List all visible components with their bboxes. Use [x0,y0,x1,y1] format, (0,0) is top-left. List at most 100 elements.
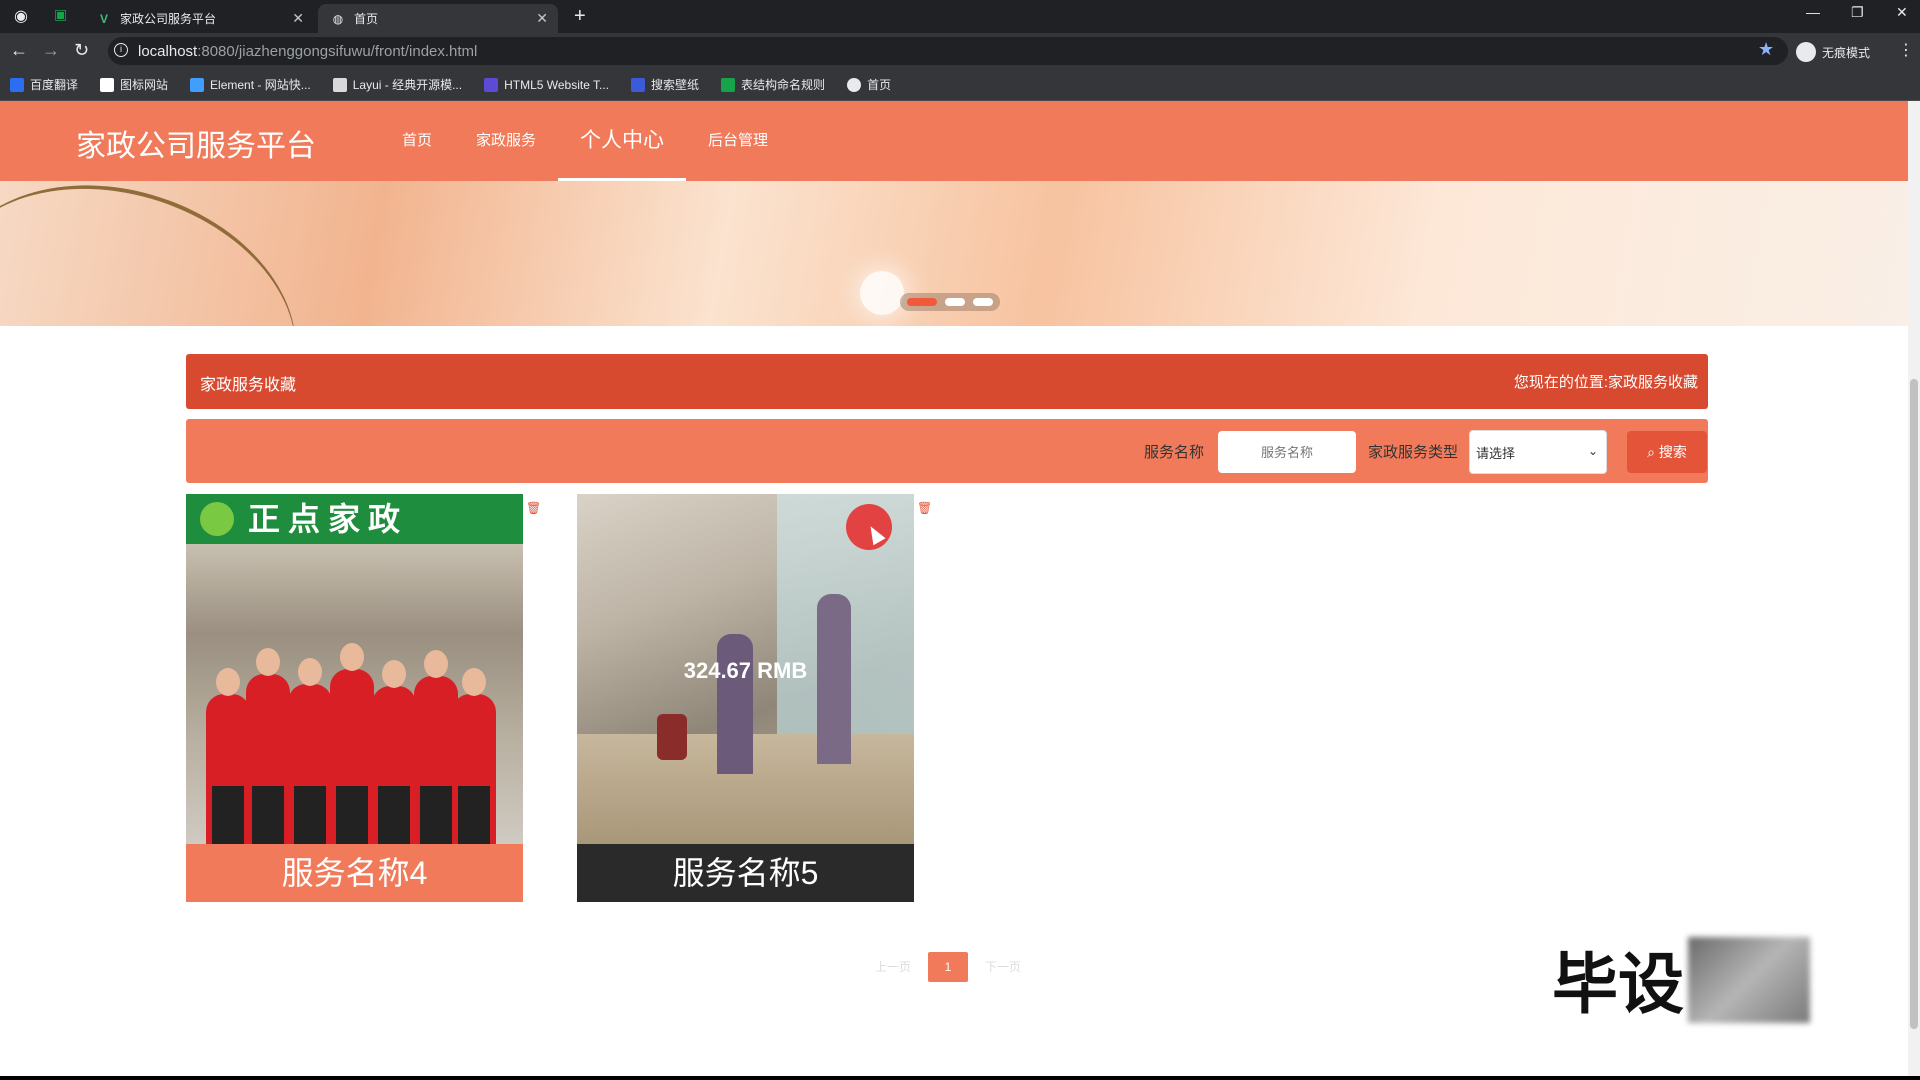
tab-platform[interactable]: V 家政公司服务平台 ✕ [84,4,314,33]
bookmark-icon [332,77,347,92]
breadcrumb: 您现在的位置:家政服务收藏 [1514,371,1698,392]
site-brand[interactable]: 家政公司服务平台 [76,121,316,165]
carousel-indicators [900,293,1000,311]
blurred-watermark [1688,937,1810,1023]
bookmark-icon [721,77,736,92]
globe-icon: ◍ [332,11,344,26]
person [330,643,374,846]
reload-icon[interactable]: ↻ [74,40,89,61]
close-window-icon[interactable]: ✕ [1896,4,1908,21]
restore-icon[interactable]: ❐ [1851,4,1864,21]
search-button-label: 搜索 [1658,444,1687,460]
bookmark-icon [631,77,646,92]
bookmark-label: Element - 网站快... [210,78,311,92]
nav-services[interactable]: 家政服务 [454,101,558,181]
close-icon[interactable]: ✕ [536,10,548,27]
tab-title: 首页 [354,12,379,26]
globe-icon [847,77,862,92]
menu-dots-icon[interactable]: ⋮ [1898,40,1914,60]
pagination: 上一页 1 下一页 [868,952,1028,982]
price-overlay: 324.67 RMB [683,658,808,683]
info-icon[interactable]: i [114,43,128,57]
new-tab-button[interactable]: + [574,5,586,28]
watermark: 毕设 [1552,946,1684,1023]
minimize-icon[interactable]: — [1806,4,1820,20]
search-bar: 服务名称 家政服务类型 请选择 ⌄ ⌕ 搜索 [186,419,1708,483]
bookmark-item[interactable]: 图标网站 [100,76,168,93]
vacuum [657,714,687,760]
bookmark-item[interactable]: HTML5 Website T... [484,77,610,92]
bookmark-item[interactable]: Element - 网站快... [190,76,311,93]
carousel-dot[interactable] [973,298,993,306]
page: 家政公司服务平台 首页 家政服务 个人中心 后台管理 家政服务收藏 您现在的位置… [0,101,1908,1076]
bookmark-label: 百度翻译 [30,78,79,92]
person [372,660,416,846]
service-photo[interactable]: 正点家政 [186,494,523,846]
scrollbar-thumb[interactable] [1910,379,1918,1029]
browser-tabbar: ◉ ▣ V 家政公司服务平台 ✕ ◍ 首页 ✕ + — ❐ ✕ [0,0,1920,33]
banner-glow [860,271,904,315]
shop-sign: 正点家政 [186,494,523,544]
section-title: 家政服务收藏 [200,377,297,394]
carousel-dot[interactable] [945,298,965,306]
breadcrumb-current[interactable]: 家政服务收藏 [1608,374,1698,391]
delete-icon[interactable]: 🗑 [526,501,541,515]
back-icon[interactable]: ← [10,40,28,61]
tab-home[interactable]: ◍ 首页 ✕ [318,4,558,33]
carousel-dot[interactable] [907,298,937,306]
close-icon[interactable]: ✕ [292,10,304,27]
person [246,648,290,846]
bookmark-item[interactable]: 表结构命名规则 [721,76,825,93]
bookmark-item[interactable]: 搜索壁纸 [631,76,699,93]
bookmark-label: 搜索壁纸 [651,78,700,92]
bookmark-label: Layui - 经典开源模... [352,78,463,92]
bookmark-item[interactable]: Layui - 经典开源模... [332,76,463,93]
service-type-label: 家政服务类型 [1368,444,1459,461]
next-page-button[interactable]: 下一页 [978,952,1028,982]
service-name[interactable]: 服务名称4 [186,844,523,902]
incognito-label: 无痕模式 [1822,45,1871,60]
browser-logo-icon: ◉ [14,8,28,25]
nav-home[interactable]: 首页 [380,101,454,181]
service-card[interactable]: 324.67 RMB 服务名称5 [577,494,914,902]
person [452,668,496,846]
service-card[interactable]: 正点家政 服务名称4 [186,494,523,902]
bookmark-star-icon[interactable]: ★ [1758,39,1774,60]
extension-icon[interactable]: ▣ [54,6,67,23]
bookmark-item[interactable]: 百度翻译 [10,76,78,93]
banner-decoration [0,181,332,326]
service-name-label: 服务名称 [1144,444,1205,461]
person [717,634,753,774]
incognito-indicator[interactable]: 无痕模式 [1796,42,1870,62]
bookmarks-bar: 百度翻译 图标网站 Element - 网站快... Layui - 经典开源模… [0,69,1920,101]
bookmark-label: 首页 [867,78,892,92]
bookmark-icon [190,77,205,92]
bookmark-label: HTML5 Website T... [504,77,610,92]
flag-icon [100,77,115,92]
shop-sign-text: 正点家政 [248,501,409,537]
screen: ◉ ▣ V 家政公司服务平台 ✕ ◍ 首页 ✕ + — ❐ ✕ ← → ↻ lo… [0,0,1920,1080]
bookmark-item[interactable]: 首页 [847,76,891,93]
prev-page-button[interactable]: 上一页 [868,952,918,982]
search-button[interactable]: ⌕ 搜索 [1627,431,1707,473]
nav-admin[interactable]: 后台管理 [686,101,790,181]
page-number[interactable]: 1 [928,952,968,982]
breadcrumb-prefix: 您现在的位置: [1513,374,1608,391]
service-name[interactable]: 服务名称5 [577,844,914,902]
page-scrollbar[interactable] [1908,101,1920,1076]
select-value: 请选择 [1476,445,1516,461]
bookmark-icon [10,77,24,92]
bookmark-icon [484,77,499,92]
section-title-bar: 家政服务收藏 您现在的位置:家政服务收藏 [186,354,1708,409]
service-name-input[interactable] [1218,431,1356,473]
shop-logo-icon [200,502,234,536]
service-type-select[interactable]: 请选择 ⌄ [1469,430,1607,474]
person [206,668,250,846]
forward-icon[interactable]: → [42,40,60,61]
staff-group [206,614,496,846]
incognito-icon [1796,42,1816,62]
address-bar[interactable]: localhost:8080/jiazhenggongsifuwu/front/… [108,37,1788,65]
delete-icon[interactable]: 🗑 [917,501,932,515]
nav-personal-center[interactable]: 个人中心 [558,101,687,181]
banner-carousel [0,181,1908,326]
